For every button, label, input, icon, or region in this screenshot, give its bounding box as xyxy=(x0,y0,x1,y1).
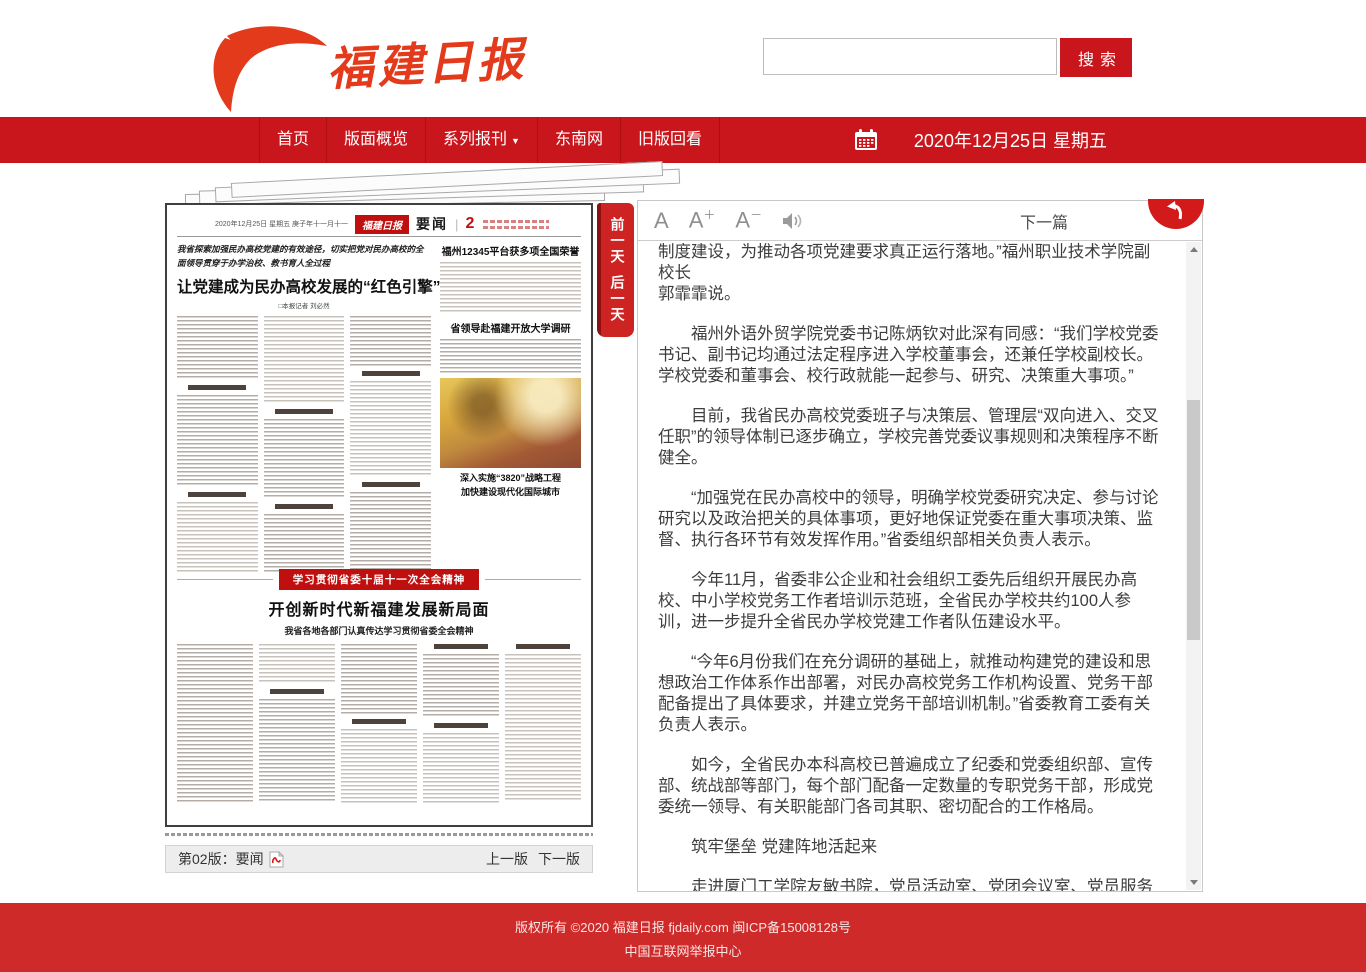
scrollbar-thumb[interactable] xyxy=(1187,400,1200,640)
article-paragraph: “加强党在民办高校中的领导，明确学校党委研究决定、参与讨论研究以及政治把关的具体… xyxy=(658,488,1160,551)
font-size-increase-button[interactable]: A＋ xyxy=(689,209,716,231)
speaker-read-aloud-icon[interactable] xyxy=(782,212,804,230)
article-reading-panel: A A＋ A－ 下一篇 制度建设，为推动各项党建要求真正运行落地。”福州职业技术… xyxy=(637,200,1203,892)
font-size-normal-button[interactable]: A xyxy=(654,210,669,232)
article-paragraph: 如今，全省民办本科高校已普遍成立了纪委和党委组织部、宣传部、统战部等部门，每个部… xyxy=(658,755,1160,818)
article-scrollbar[interactable] xyxy=(1186,242,1201,890)
lead-paragraph: 我省探索加强民办高校党建的有效途径，切实把党对民办高校的全面领导贯穿于办学治校、… xyxy=(177,243,431,270)
nav-item-layout-overview[interactable]: 版面概览 xyxy=(326,117,425,163)
nav-item-southeast-net[interactable]: 东南网 xyxy=(537,117,620,163)
nav-item-old-edition[interactable]: 旧版回看 xyxy=(620,117,720,163)
site-footer: 版权所有 ©2020 福建日报 fjdaily.com 闽ICP备1500812… xyxy=(0,903,1366,972)
copyright-line: 版权所有 ©2020 福建日报 fjdaily.com 闽ICP备1500812… xyxy=(0,916,1366,940)
site-logo[interactable]: 福建日报 xyxy=(199,10,529,108)
newspaper-page-thumbnail[interactable]: 2020年12月25日 星期五 庚子年十一月十一 福建日报 要闻 | 2 我省探… xyxy=(165,203,593,827)
report-center-link[interactable]: 中国互联网举报中心 xyxy=(0,940,1366,964)
scrollbar-down-arrow[interactable] xyxy=(1186,875,1201,890)
date-display: 2020年12月25日 星期五 xyxy=(854,117,1107,163)
next-page-button[interactable]: 下一版 xyxy=(538,849,580,869)
subhead-bottom: 我省各地各部门认真传达学习贯彻省委全会精神 xyxy=(177,624,581,637)
next-article-button[interactable]: 下一篇 xyxy=(1020,209,1068,233)
next-day-button[interactable]: 后一天 xyxy=(609,275,626,323)
byline: □本报记者 刘必然 xyxy=(177,300,431,310)
curved-arrow-icon xyxy=(1164,200,1188,224)
article-text-columns xyxy=(177,316,431,572)
page-label: 第02版：要闻 xyxy=(178,849,264,869)
photo-headline-line1[interactable]: 深入实施“3820”战略工程 xyxy=(440,472,581,486)
nav-items: 首页 版面概览 系列报刊▼ 东南网 旧版回看 xyxy=(259,117,720,163)
article-paragraph: 走进厦门工学院友敏书院，党员活动室、党团会议室、党员服务基地、先锋学习角等功能区… xyxy=(658,877,1160,891)
headline-bottom[interactable]: 开创新时代新福建发展新局面 xyxy=(177,596,581,620)
article-paragraph-clipped: 制度建设，为推动各项党建要求真正运行落地。”福州职业技术学院副校长郭霏霏说。 xyxy=(658,242,1160,305)
article-paragraph: 今年11月，省委非公企业和社会组织工委先后组织开展民办高校、中小学校党务工作者培… xyxy=(658,570,1160,633)
nav-item-home[interactable]: 首页 xyxy=(259,117,326,163)
scrollbar-up-arrow[interactable] xyxy=(1186,242,1201,257)
pdf-icon[interactable] xyxy=(269,851,284,868)
paper-editor-info xyxy=(483,220,549,229)
search-input[interactable] xyxy=(763,38,1057,75)
headline-main[interactable]: 让党建成为民办高校发展的“红色引擎” xyxy=(177,275,431,297)
headline-right-1[interactable]: 福州12345平台获多项全国荣誉 xyxy=(440,243,581,258)
bottom-text-columns xyxy=(177,644,581,812)
nav-item-series-papers[interactable]: 系列报刊▼ xyxy=(425,117,537,163)
article-paragraph: “今年6月份我们在充分调研的基础上，就推动构建党的建设和思想政治工作体系作出部署… xyxy=(658,652,1160,736)
search-button[interactable]: 搜索 xyxy=(1060,38,1132,77)
previous-day-button[interactable]: 前一天 xyxy=(609,217,626,265)
article-paragraph: 筑牢堡垒 党建阵地活起来 xyxy=(658,837,1160,858)
article-text-block xyxy=(440,339,581,373)
autumn-photo xyxy=(440,378,581,468)
previous-page-button[interactable]: 上一版 xyxy=(486,849,528,869)
article-paragraph: 目前，我省民办高校党委班子与决策层、管理层“双向进入、交叉任职”的领导体制已逐步… xyxy=(658,406,1160,469)
article-paragraph: 福州外语外贸学院党委书记陈炳钦对此深有同感：“我们学校党委书记、副书记均通过法定… xyxy=(658,324,1160,387)
logo-text: 福建日报 xyxy=(325,23,528,99)
current-date: 2020年12月25日 星期五 xyxy=(914,127,1107,153)
photo-headline-line2[interactable]: 加快建设现代化国际城市 xyxy=(440,486,581,500)
headline-right-2[interactable]: 省领导赴福建开放大学调研 xyxy=(440,320,581,335)
paper-logo: 福建日报 xyxy=(355,215,409,234)
masthead-divider: | xyxy=(455,217,458,232)
paper-section-name: 要闻 xyxy=(416,214,448,234)
paper-masthead: 2020年12月25日 星期五 庚子年十一月十一 福建日报 要闻 | 2 xyxy=(177,215,581,237)
article-text-area[interactable]: 制度建设，为推动各项党建要求真正运行落地。”福州职业技术学院副校长郭霏霏说。 福… xyxy=(638,242,1186,891)
article-toolbar: A A＋ A－ 下一篇 xyxy=(638,201,1202,241)
paper-date-line: 2020年12月25日 星期五 庚子年十一月十一 xyxy=(215,219,348,229)
main-nav: 首页 版面概览 系列报刊▼ 东南网 旧版回看 2020年12月25日 星期五 xyxy=(0,117,1366,163)
paper-page-number: 2 xyxy=(465,215,474,233)
theme-banner: 学习贯彻省委十届十一次全会精神 xyxy=(279,569,480,590)
chevron-down-icon: ▼ xyxy=(511,118,520,164)
site-header: 福建日报 搜索 xyxy=(0,0,1366,117)
day-navigation-ribbon: 前一天 后一天 xyxy=(597,203,634,337)
font-size-decrease-button[interactable]: A－ xyxy=(735,209,762,231)
page-info-bar: 第02版：要闻 上一版 下一版 xyxy=(165,845,593,873)
article-text-block xyxy=(440,262,581,314)
logo-swoosh-icon xyxy=(199,20,329,116)
paper-footnote-line xyxy=(165,833,593,836)
search-bar: 搜索 xyxy=(763,38,1132,77)
calendar-icon xyxy=(854,129,878,151)
